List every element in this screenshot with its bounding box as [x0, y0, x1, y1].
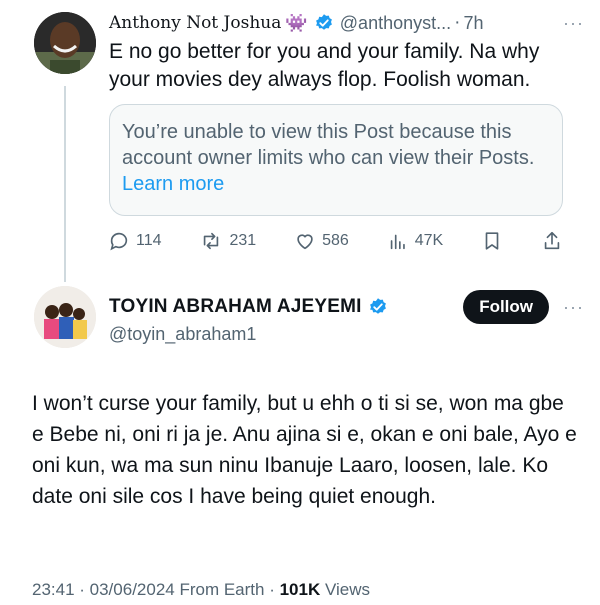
- more-options-icon[interactable]: ···: [563, 13, 584, 34]
- reply-text: E no go better for you and your family. …: [109, 40, 540, 91]
- post-views-label: Views: [324, 580, 371, 599]
- main-author-avatar[interactable]: [34, 286, 96, 348]
- reply-author-name[interactable]: Anthony Not Joshua: [109, 13, 281, 33]
- bookmark-icon: [481, 230, 503, 252]
- main-post-text: I won’t curse your family, but u ehh o t…: [32, 392, 577, 508]
- follow-button[interactable]: Follow: [463, 290, 550, 324]
- reply-count: 114: [136, 232, 162, 249]
- post-timestamp[interactable]: 23:41 · 03/06/2024 From Earth ·: [32, 580, 275, 599]
- post-metadata: 23:41 · 03/06/2024 From Earth · 101K Vie…: [32, 580, 370, 600]
- more-options-icon[interactable]: ···: [563, 297, 584, 318]
- separator-dot: ·: [454, 12, 461, 33]
- like-icon: [294, 230, 316, 252]
- like-button[interactable]: 586: [294, 230, 349, 252]
- main-post-header: TOYIN ABRAHAM AJEYEMI Follow ···: [109, 290, 584, 324]
- reply-icon: [108, 230, 130, 252]
- reply-time[interactable]: 7h: [463, 13, 483, 34]
- thread-connector-line: [64, 86, 66, 282]
- main-author-handle[interactable]: @toyin_abraham1: [109, 324, 256, 345]
- share-icon: [541, 230, 563, 252]
- views-icon: [387, 230, 409, 252]
- repost-button[interactable]: 231: [199, 230, 256, 252]
- reply-header: Anthony Not Joshua 👾 @anthonyst... · 7h …: [109, 10, 584, 36]
- learn-more-link[interactable]: Learn more: [122, 173, 224, 195]
- reply-button[interactable]: 114: [108, 230, 162, 252]
- alien-monster-emoji: 👾: [285, 12, 308, 33]
- limited-post-notice: You’re unable to view this Post because …: [109, 104, 563, 216]
- like-count: 586: [322, 232, 349, 249]
- reply-action-bar: 114 231 586 47K: [108, 227, 563, 255]
- repost-icon: [199, 230, 223, 252]
- repost-count: 231: [229, 232, 257, 249]
- verified-badge-icon: [314, 13, 334, 33]
- bookmark-button[interactable]: [481, 230, 503, 252]
- verified-badge-icon: [368, 297, 388, 317]
- views-button[interactable]: 47K: [387, 230, 443, 252]
- share-button[interactable]: [541, 230, 563, 252]
- reply-author-avatar[interactable]: [34, 12, 96, 74]
- views-count: 47K: [414, 232, 444, 249]
- post-views-count: 101K: [279, 580, 321, 599]
- main-author-name[interactable]: TOYIN ABRAHAM AJEYEMI: [109, 296, 362, 318]
- limited-notice-text: You’re unable to view this Post because …: [122, 121, 535, 169]
- reply-author-handle[interactable]: @anthonyst...: [340, 13, 451, 34]
